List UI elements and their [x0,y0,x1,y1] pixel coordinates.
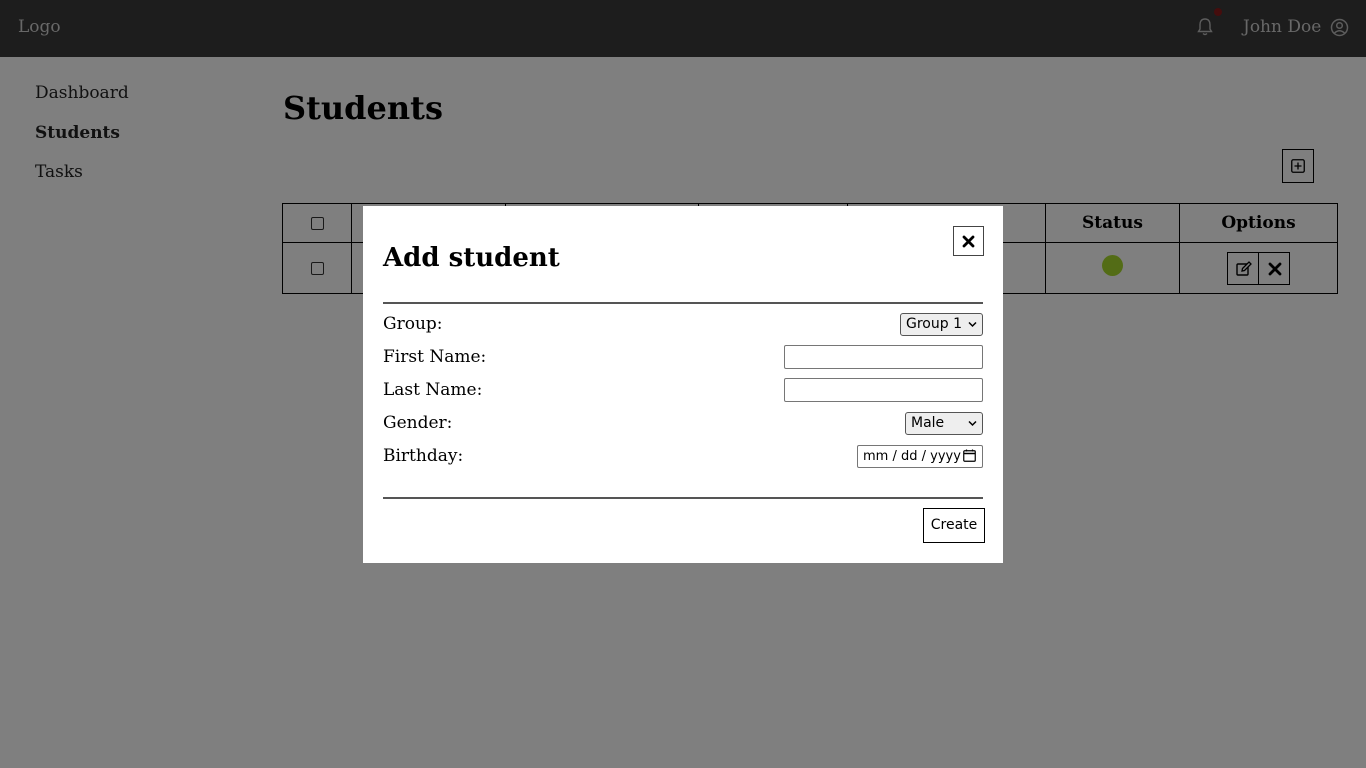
chevron-down-icon [968,321,977,328]
birthday-label: Birthday: [383,446,464,466]
modal-divider [383,302,983,304]
first-name-label: First Name: [383,347,487,367]
chevron-down-icon [968,420,977,427]
group-label: Group: [383,314,443,334]
modal-title: Add student [383,243,560,273]
gender-select[interactable]: Male [905,412,983,435]
birthday-field[interactable]: mm / dd / yyyy [857,445,983,468]
gender-select-value: Male [911,415,945,431]
birthday-placeholder: mm / dd / yyyy [863,449,961,464]
create-button[interactable]: Create [923,508,985,543]
add-student-modal: Add student Group: Group 1 First Name: L… [363,206,1003,563]
last-name-field[interactable] [784,378,983,402]
gender-label: Gender: [383,413,453,433]
close-icon [962,235,975,247]
last-name-label: Last Name: [383,380,483,400]
group-select-value: Group 1 [906,316,962,332]
modal-footer-divider [383,497,983,499]
calendar-icon[interactable] [963,449,976,462]
group-select[interactable]: Group 1 [900,313,983,336]
first-name-field[interactable] [784,345,983,369]
modal-close-button[interactable] [953,226,984,256]
